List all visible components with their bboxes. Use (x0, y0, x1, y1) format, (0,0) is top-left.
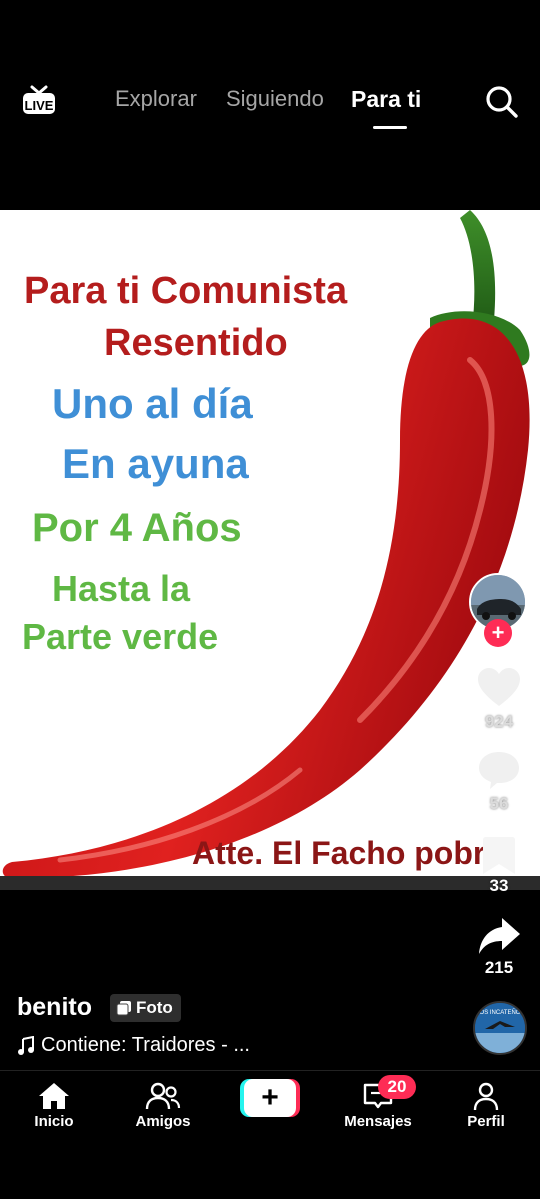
tab-siguiendo[interactable]: Siguiendo (226, 86, 324, 112)
home-icon (39, 1083, 69, 1109)
photo-badge: Foto (110, 994, 181, 1022)
nav-perfil[interactable]: Perfil (441, 1081, 531, 1130)
create-plus-icon: + (244, 1079, 296, 1117)
post-text-line-2: Resentido (104, 322, 288, 364)
saves-count: 33 (489, 876, 509, 895)
nav-perfil-label: Perfil (467, 1113, 505, 1130)
bookmark-icon[interactable] (476, 834, 522, 878)
share-icon[interactable] (476, 914, 522, 958)
nav-amigos[interactable]: Amigos (118, 1081, 208, 1130)
photo-icon (116, 1001, 131, 1016)
post-text-line-1: Para ti Comunista (24, 270, 348, 312)
nav-amigos-label: Amigos (135, 1113, 191, 1130)
post-text-line-3: Uno al día (52, 380, 253, 427)
music-note-icon (18, 1035, 34, 1055)
messages-badge: 20 (378, 1075, 416, 1099)
active-tab-indicator (373, 126, 407, 129)
music-title: Contiene: Traidores - ... (41, 1034, 250, 1056)
nav-mensajes-label: Mensajes (344, 1113, 412, 1130)
profile-icon (473, 1082, 499, 1111)
tab-explorar[interactable]: Explorar (115, 86, 197, 112)
heart-icon[interactable] (476, 666, 522, 710)
post-text-line-5: Por 4 Años (32, 506, 242, 550)
comments-count: 56 (489, 794, 509, 813)
photo-badge-label: Foto (136, 998, 173, 1017)
music-info[interactable]: Contiene: Traidores - ... (17, 1034, 250, 1057)
follow-button[interactable]: + (484, 619, 512, 647)
likes-count: 924 (484, 712, 514, 731)
friends-icon (145, 1082, 181, 1110)
post-image[interactable]: Para ti Comunista Resentido Uno al día E… (0, 210, 540, 890)
post-text-line-4: En ayuna (62, 440, 249, 487)
nav-inicio[interactable]: Inicio (9, 1081, 99, 1130)
post-signature: Atte. El Facho pobre (192, 835, 504, 871)
post-text-line-6: Hasta la (52, 568, 191, 609)
nav-inicio-label: Inicio (34, 1113, 74, 1130)
post-text-line-7: Parte verde (22, 616, 219, 657)
tab-para-ti[interactable]: Para ti (351, 86, 421, 113)
search-icon[interactable] (484, 84, 520, 120)
create-button[interactable]: + (240, 1079, 300, 1117)
feed-tabs: Explorar Siguiendo Para ti (0, 86, 540, 126)
shares-count: 215 (484, 958, 514, 977)
top-bar: LIVE Explorar Siguiendo Para ti (0, 0, 540, 210)
sound-disc-label: OS INCATEÑO (480, 1009, 521, 1016)
comment-icon[interactable] (476, 748, 522, 792)
sound-disc[interactable]: OS INCATEÑO (473, 1001, 527, 1055)
creator-username[interactable]: benito (17, 993, 92, 1022)
